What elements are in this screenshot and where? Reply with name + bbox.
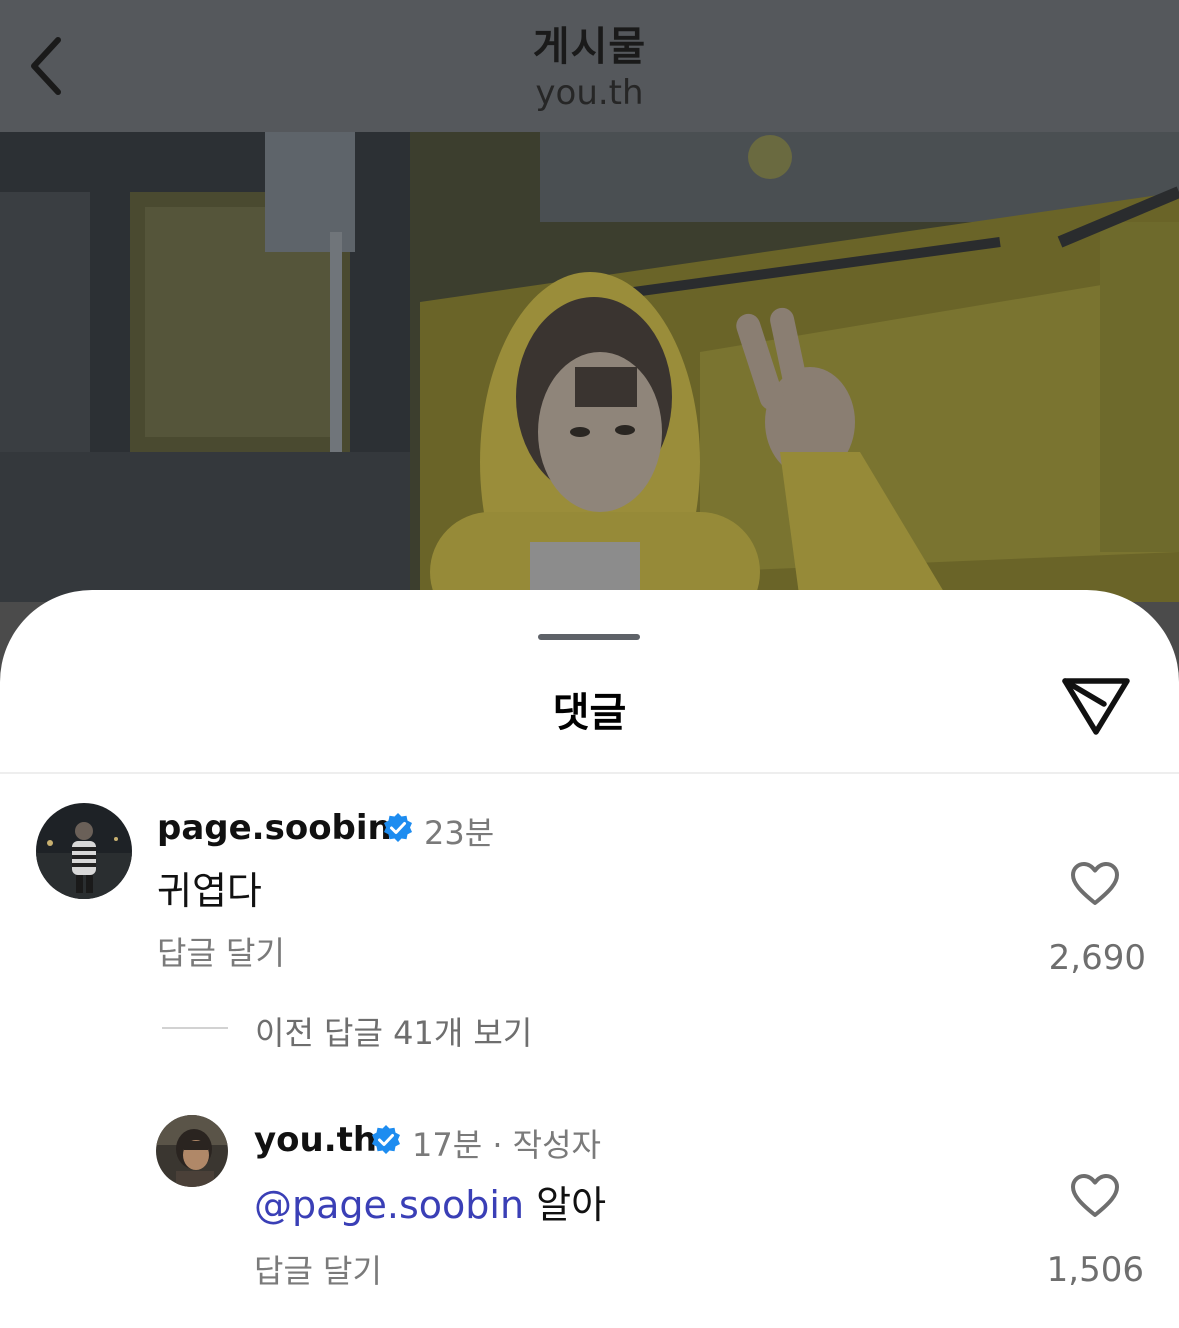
verified-badge-icon <box>372 1125 400 1154</box>
share-button[interactable] <box>1054 670 1138 740</box>
reply-text: @page.soobin 알아 <box>254 1174 606 1229</box>
post-photo <box>0 132 1179 602</box>
reply-body: 알아 <box>524 1183 607 1227</box>
top-bar: 게시물 you.th <box>0 0 1179 132</box>
reply-button[interactable]: 답글 달기 <box>254 1246 382 1292</box>
page-title: 게시물 <box>532 24 647 70</box>
like-button[interactable] <box>1065 856 1125 912</box>
mention-link[interactable]: @page.soobin <box>254 1183 524 1227</box>
reply-button[interactable]: 답글 달기 <box>157 928 285 974</box>
avatar[interactable] <box>36 803 132 899</box>
reply-username[interactable]: you.th <box>254 1120 377 1160</box>
comment-username[interactable]: page.soobin <box>157 808 392 848</box>
heart-icon <box>1071 1174 1119 1217</box>
send-icon <box>1062 678 1130 735</box>
like-button[interactable] <box>1065 1168 1125 1224</box>
comment-time: 23분 <box>424 814 495 852</box>
page-subtitle-username[interactable]: you.th <box>0 73 1179 113</box>
verified-badge-icon <box>384 813 412 842</box>
avatar[interactable] <box>156 1115 228 1187</box>
view-replies-line <box>162 1027 228 1029</box>
comment-text: 귀엽다 <box>157 869 262 913</box>
reply-time: 17분 · 작성자 <box>412 1126 601 1164</box>
heart-icon <box>1071 862 1119 905</box>
comments-sheet: 댓글 page.soobin 23분 귀엽다 답글 달기 2,690 이전 답글… <box>0 590 1179 1328</box>
like-count: 2,690 <box>1048 938 1146 978</box>
divider <box>0 772 1179 774</box>
sheet-title: 댓글 <box>552 690 627 736</box>
sheet-grabber[interactable] <box>538 634 640 640</box>
like-count: 1,506 <box>1046 1250 1144 1290</box>
view-replies-button[interactable]: 이전 답글 41개 보기 <box>255 1008 532 1054</box>
